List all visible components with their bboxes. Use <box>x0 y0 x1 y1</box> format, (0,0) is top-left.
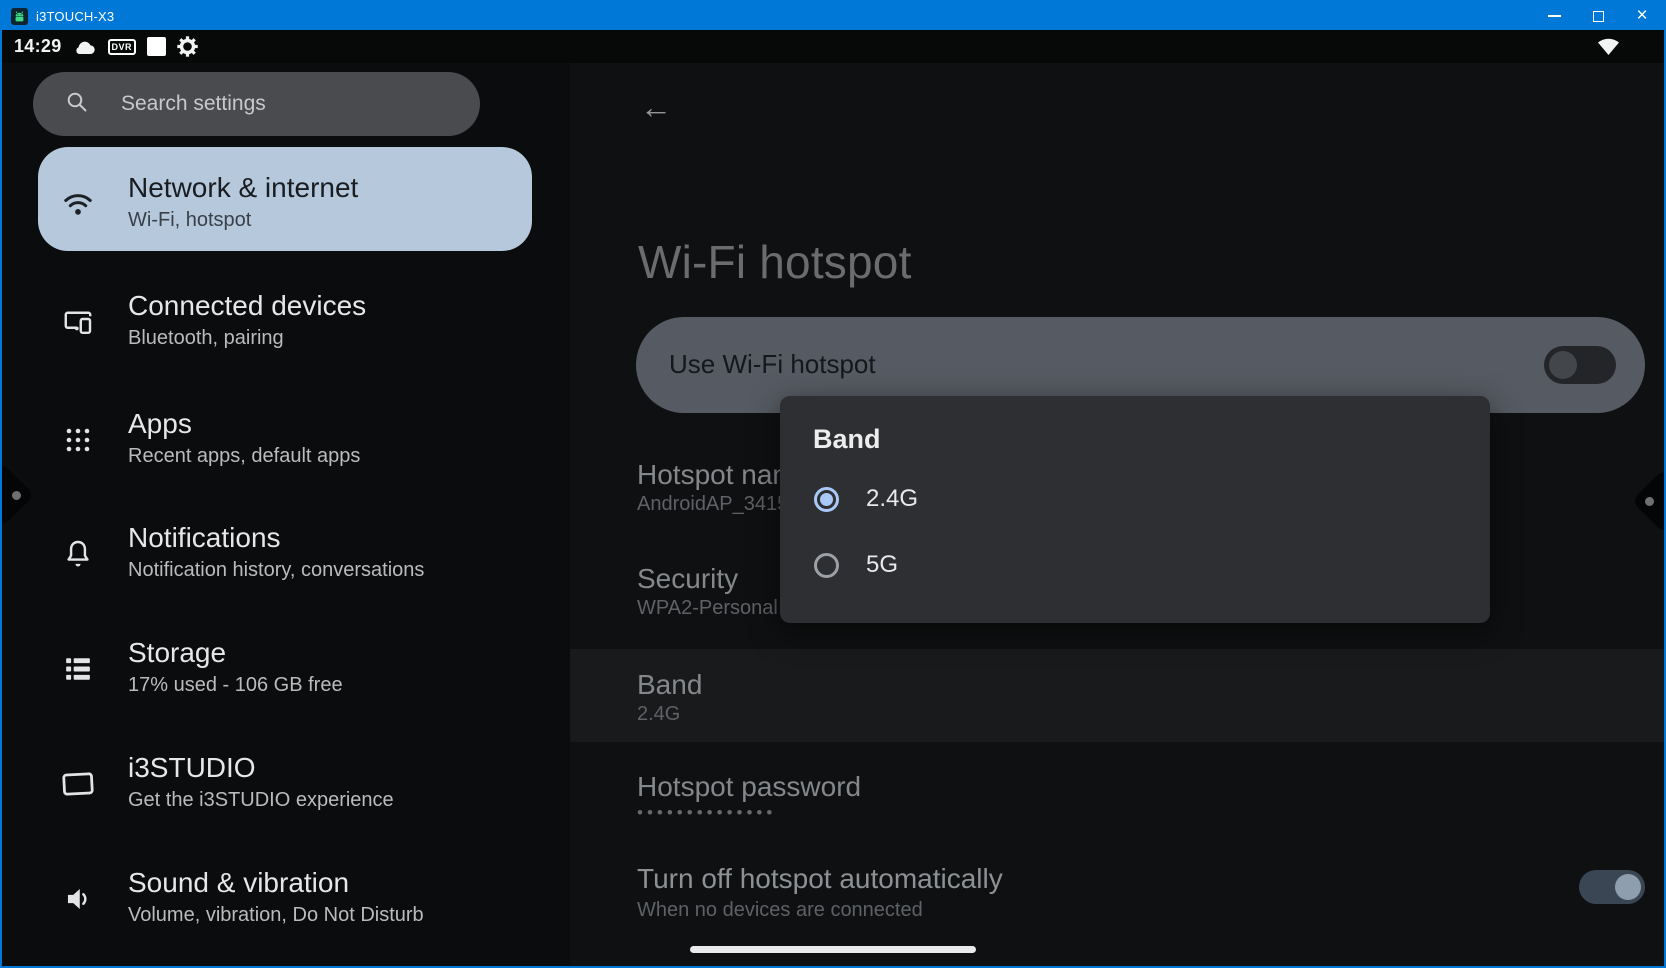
row-label: Security <box>637 563 738 595</box>
row-value: AndroidAP_3415 <box>637 493 788 516</box>
radio-label: 2.4G <box>866 485 918 513</box>
sidebar-item-sublabel: Get the i3STUDIO experience <box>128 789 394 812</box>
search-placeholder: Search settings <box>121 92 266 116</box>
sidebar-item-label: Sound & vibration <box>128 867 349 899</box>
row-band[interactable]: Band 2.4G <box>570 649 1664 742</box>
minimize-button[interactable] <box>1532 2 1576 30</box>
use-wifi-hotspot-toggle[interactable] <box>1544 346 1616 384</box>
band-option-5g[interactable]: 5G <box>780 532 1490 598</box>
wifi-icon <box>62 188 94 220</box>
titlebar: i3TOUCH-X3 × <box>2 2 1664 30</box>
sidebar-item-sublabel: Notification history, conversations <box>128 559 424 582</box>
sidebar-item-label: Notifications <box>128 522 281 554</box>
blank-screen-icon <box>147 37 166 56</box>
back-button[interactable]: ← <box>640 91 672 123</box>
row-label: Turn off hotspot automatically <box>637 863 1003 895</box>
sidebar-item-label: Connected devices <box>128 290 366 322</box>
left-edge-handle-dot <box>12 491 21 500</box>
dvr-icon: DVR <box>108 39 137 55</box>
sidebar-item-label: Apps <box>128 408 192 440</box>
radio-unselected-icon[interactable] <box>814 553 839 578</box>
gesture-navigation-handle[interactable] <box>690 946 976 953</box>
app-window: i3TOUCH-X3 × 14:29 DVR <box>0 0 1666 968</box>
speaker-icon <box>62 883 94 915</box>
status-bar: 14:29 DVR <box>2 30 1664 63</box>
bell-icon <box>62 538 94 570</box>
row-value: WPA2-Personal <box>637 597 778 620</box>
page-title: Wi-Fi hotspot <box>638 235 912 289</box>
sidebar-item-sublabel: Wi-Fi, hotspot <box>128 209 251 232</box>
gear-icon <box>177 36 198 57</box>
use-wifi-hotspot-label: Use Wi-Fi hotspot <box>669 349 876 380</box>
window-title: i3TOUCH-X3 <box>36 9 114 24</box>
apps-grid-icon <box>62 424 94 456</box>
sidebar-item-network-internet[interactable]: Network & internet Wi-Fi, hotspot <box>2 166 570 252</box>
maximize-button[interactable] <box>1576 2 1620 30</box>
right-edge-handle-dot <box>1645 497 1654 506</box>
row-value: 2.4G <box>637 703 680 726</box>
sidebar-item-label: i3STUDIO <box>128 752 256 784</box>
turn-off-automatically-toggle[interactable] <box>1579 870 1645 904</box>
minimize-icon <box>1548 15 1561 17</box>
radio-label: 5G <box>866 551 898 579</box>
settings-sidebar: Search settings Network & internet Wi-Fi… <box>2 63 570 966</box>
sidebar-item-storage[interactable]: Storage 17% used - 106 GB free <box>2 631 570 717</box>
toggle-thumb <box>1615 874 1641 900</box>
wifi-hotspot-panel: ← Wi-Fi hotspot Use Wi-Fi hotspot Hotspo… <box>570 63 1664 966</box>
search-input[interactable]: Search settings <box>33 72 480 136</box>
cloud-icon <box>73 39 97 55</box>
row-label: Hotspot password <box>637 771 861 803</box>
devices-icon <box>62 306 94 338</box>
sidebar-item-sound-vibration[interactable]: Sound & vibration Volume, vibration, Do … <box>2 861 570 947</box>
sidebar-item-sublabel: 17% used - 106 GB free <box>128 674 343 697</box>
dialog-title: Band <box>813 424 881 455</box>
storage-icon <box>62 653 94 685</box>
window-controls: × <box>1532 2 1664 30</box>
sidebar-item-connected-devices[interactable]: Connected devices Bluetooth, pairing <box>2 284 570 370</box>
band-dialog: Band 2.4G 5G <box>780 396 1490 623</box>
sidebar-item-sublabel: Bluetooth, pairing <box>128 327 284 350</box>
display-icon <box>62 768 94 800</box>
sidebar-item-label: Storage <box>128 637 226 669</box>
sidebar-item-label: Network & internet <box>128 172 358 204</box>
sidebar-item-sublabel: Recent apps, default apps <box>128 445 360 468</box>
android-app-icon <box>11 8 28 25</box>
toggle-thumb <box>1549 351 1577 379</box>
password-dots: •••••••••••••• <box>637 803 776 823</box>
sidebar-item-i3studio[interactable]: i3STUDIO Get the i3STUDIO experience <box>2 746 570 832</box>
row-label: Band <box>637 669 702 701</box>
radio-selected-icon[interactable] <box>814 487 839 512</box>
band-option-2-4g[interactable]: 2.4G <box>780 466 1490 532</box>
row-value: When no devices are connected <box>637 899 923 922</box>
maximize-icon <box>1593 11 1604 22</box>
sidebar-item-sublabel: Volume, vibration, Do Not Disturb <box>128 904 424 927</box>
sidebar-item-apps[interactable]: Apps Recent apps, default apps <box>2 402 570 488</box>
close-icon: × <box>1636 6 1647 25</box>
search-icon <box>65 90 89 119</box>
wifi-status-icon <box>1597 36 1620 61</box>
close-button[interactable]: × <box>1620 2 1664 30</box>
status-clock: 14:29 <box>14 36 62 57</box>
sidebar-item-notifications[interactable]: Notifications Notification history, conv… <box>2 516 570 602</box>
